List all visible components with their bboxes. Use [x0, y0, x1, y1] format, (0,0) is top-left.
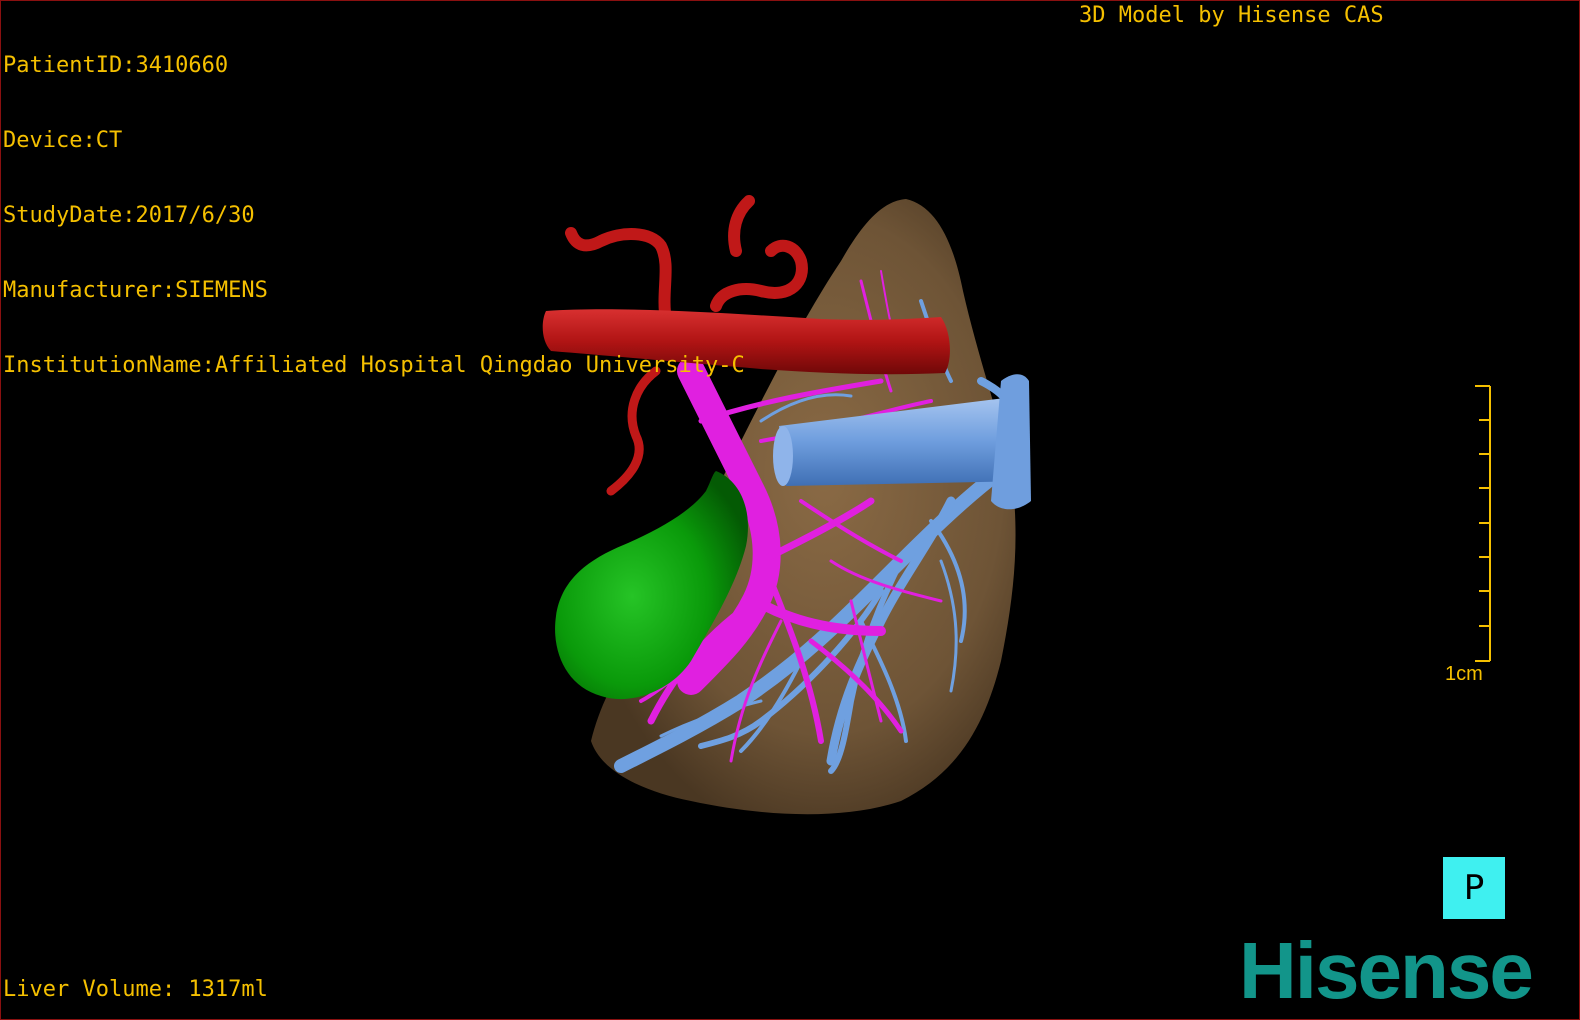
liver-volume-readout: Liver Volume: 1317ml: [3, 977, 268, 1002]
device: Device:CT: [3, 128, 123, 153]
manufacturer: Manufacturer:SIEMENS: [3, 278, 268, 303]
scale-bar-label: 1cm: [1445, 663, 1483, 685]
scale-bar: [1475, 385, 1491, 662]
study-date: StudyDate:2017/6/30: [3, 203, 255, 228]
institution-name: InstitutionName:Affiliated Hospital Qing…: [3, 353, 745, 378]
orientation-label: P: [1463, 868, 1485, 908]
patient-id: PatientID:3410660: [3, 53, 229, 78]
dicom-info-overlay: PatientID:3410660 Device:CT StudyDate:20…: [3, 3, 745, 428]
orientation-cube[interactable]: P: [1443, 857, 1505, 919]
model-brand-caption: 3D Model by Hisense CAS: [1079, 3, 1384, 28]
logo-text: Hisense: [1239, 926, 1534, 1015]
3d-viewport[interactable]: PatientID:3410660 Device:CT StudyDate:20…: [0, 0, 1580, 1020]
hisense-logo: Hisense: [1239, 931, 1534, 1011]
